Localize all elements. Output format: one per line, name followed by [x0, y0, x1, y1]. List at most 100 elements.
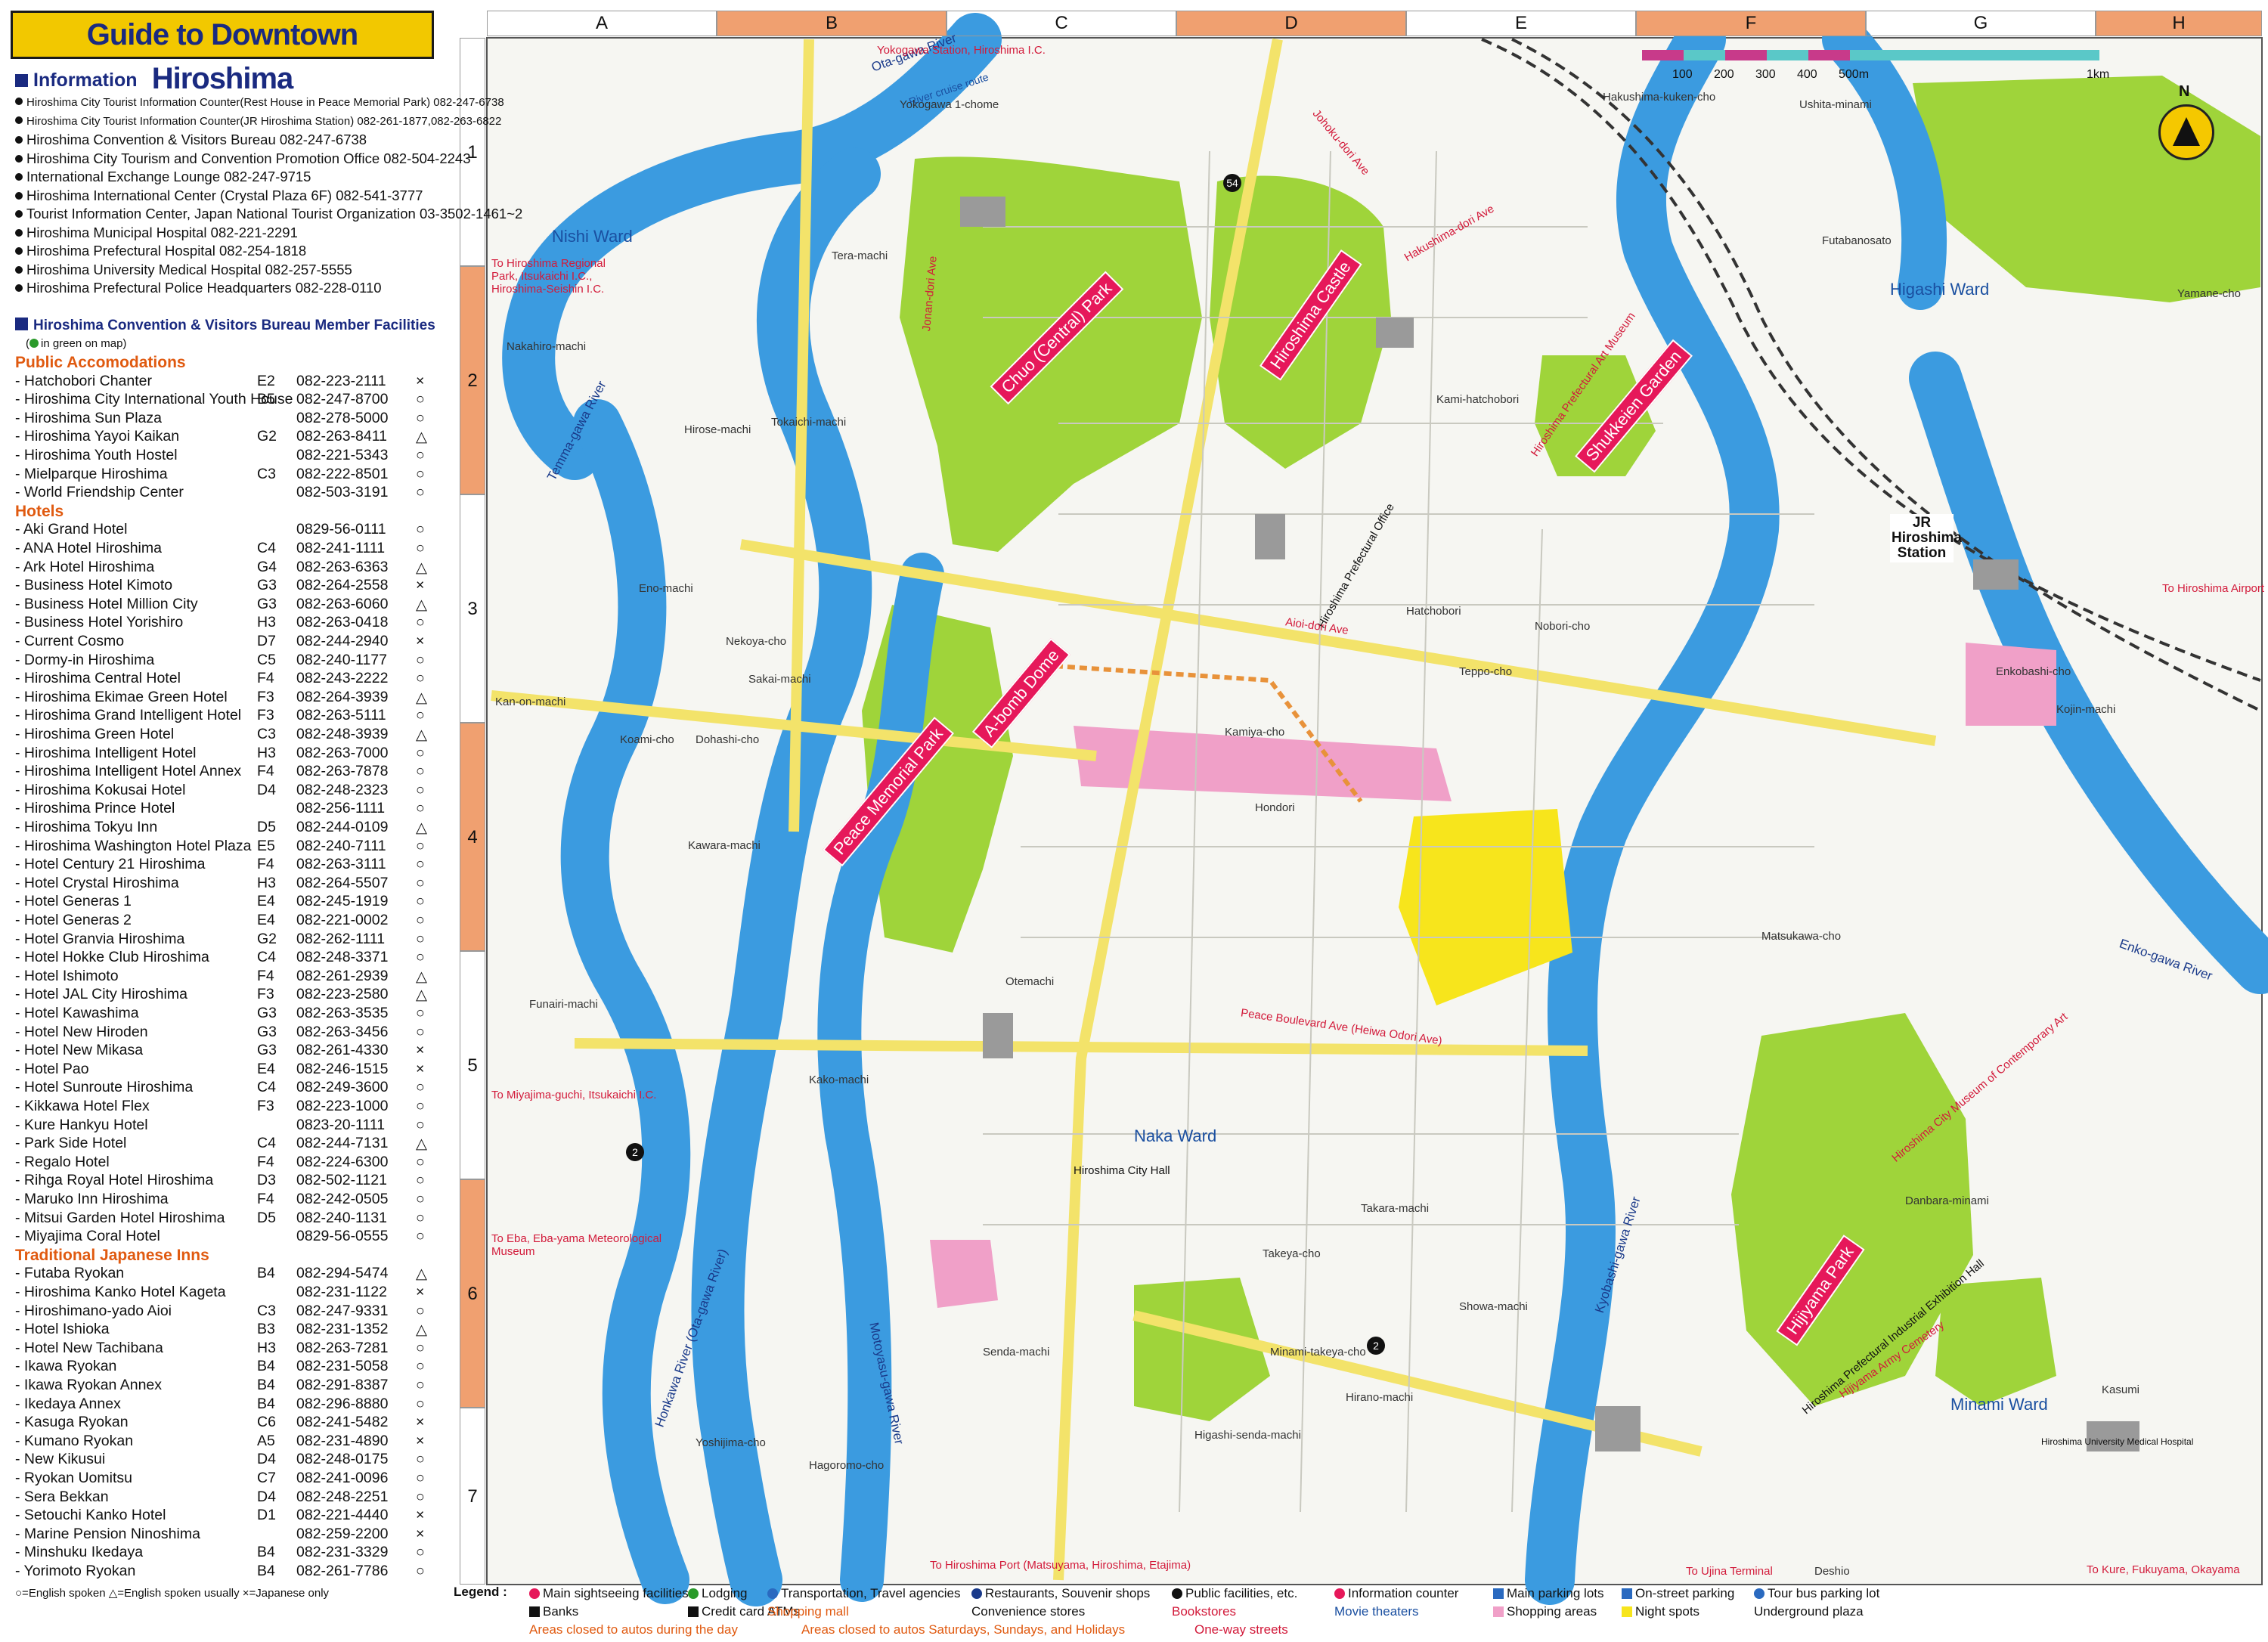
- facility-language-symbol: ×: [416, 1507, 425, 1524]
- grid-col-G: G: [1866, 11, 2096, 36]
- facility-name: - Hotel Ishioka: [15, 1321, 110, 1338]
- label-university-medical-hospital: Hiroshima University Medical Hospital: [2041, 1436, 2194, 1447]
- information-line-text: Hiroshima City Tourist Information Count…: [26, 114, 502, 128]
- facility-name: - Ark Hotel Hiroshima: [15, 558, 155, 575]
- facility-name: - Kure Hankyu Hotel: [15, 1116, 148, 1133]
- facility-language-symbol: ×: [416, 1432, 425, 1449]
- label-to-miyajima-guchi: To Miyajima-guchi, Itsukaichi I.C.: [491, 1089, 657, 1101]
- ward-label-higashi: Higashi Ward: [1890, 280, 1990, 299]
- facility-row: - Hiroshima Kokusai Hotel D4 082-248-2323 ○: [15, 782, 438, 801]
- facility-row: - Kumano Ryokan A5 082-231-4890 ×: [15, 1433, 438, 1451]
- information-line: International Exchange Lounge 082-247-97…: [15, 168, 311, 187]
- facility-language-symbol: △: [416, 987, 427, 1004]
- facility-row: - Ikedaya Annex B4 082-296-8880 ○: [15, 1396, 438, 1414]
- facility-row: - Hotel New Mikasa G3 082-261-4330 ×: [15, 1042, 438, 1061]
- facility-name: - Hiroshima Youth Hostel: [15, 447, 178, 463]
- facility-name: - Aki Grand Hotel: [15, 521, 128, 538]
- facility-phone: 082-231-1352: [296, 1321, 389, 1338]
- legend-item: Lodging: [688, 1586, 748, 1601]
- shopping-area-station: [1966, 643, 2056, 726]
- information-line: Hiroshima City Tourist Information Count…: [15, 113, 501, 132]
- legend-item: On-street parking: [1622, 1586, 1734, 1601]
- bullet-icon: [15, 116, 23, 124]
- area-hirano-machi: Hirano-machi: [1346, 1391, 1414, 1404]
- legend-item-label: Tour bus parking lot: [1768, 1586, 1880, 1600]
- area-kamiya-cho: Kamiya-cho: [1225, 726, 1285, 739]
- facility-row: - Hotel Crystal Hiroshima H3 082-264-5507 ○: [15, 875, 438, 894]
- facility-row: - Hatchobori Chanter E2 082-223-2111 ×: [15, 373, 438, 392]
- legend-item-label: Public facilities, etc.: [1185, 1586, 1298, 1600]
- information-line-text: International Exchange Lounge 082-247-97…: [26, 169, 311, 184]
- route-badge-2-west: 2: [626, 1143, 644, 1161]
- facility-phone: 082-231-1122: [296, 1284, 387, 1300]
- facility-language-symbol: ○: [416, 614, 425, 631]
- facility-row: - Hotel Ishimoto F4 082-261-2939 △: [15, 968, 438, 987]
- area-futabanosato: Futabanosato: [1822, 234, 1892, 247]
- facility-name: - Hotel Pao: [15, 1060, 89, 1077]
- area-tera-machi: Tera-machi: [832, 249, 888, 262]
- information-line-text: Hiroshima Prefectural Hospital 082-254-1…: [26, 243, 307, 259]
- legend-item: Tour bus parking lot: [1754, 1586, 1879, 1601]
- legend-item-label: Shopping mall: [767, 1604, 849, 1619]
- scale-tick-500m: 500m: [1839, 68, 1870, 81]
- legend-dot-icon: [1754, 1588, 1765, 1599]
- facility-name: - Business Hotel Million City: [15, 595, 198, 612]
- label-to-eba: To Eba, Eba-yama Meteorological Museum: [491, 1232, 662, 1258]
- legend-item-label: Lodging: [702, 1586, 748, 1600]
- legend-item: Shopping areas: [1493, 1604, 1597, 1619]
- facility-phone: 082-244-7131: [296, 1135, 389, 1152]
- facility-phone: 082-263-0418: [296, 614, 389, 631]
- facility-phone: 082-263-3456: [296, 1023, 389, 1040]
- facility-phone: 082-231-4890: [296, 1432, 389, 1449]
- map-scale-bar: 100 200 300 400 500m 1km: [1642, 45, 2111, 83]
- legend-dot-icon: [529, 1588, 540, 1599]
- facility-phone: 082-263-8411: [296, 428, 387, 445]
- facility-row: - New Kikusui D4 082-248-0175 ○: [15, 1451, 438, 1470]
- grid-col-A: A: [487, 11, 717, 36]
- area-sakai-machi: Sakai-machi: [748, 673, 811, 686]
- grid-col-C: C: [947, 11, 1176, 36]
- facility-language-symbol: ○: [416, 447, 425, 463]
- facility-name: - Rihga Royal Hotel Hiroshima: [15, 1172, 214, 1189]
- facility-name: - Hotel Crystal Hiroshima: [15, 874, 179, 891]
- facility-phone: 082-247-8700: [296, 391, 389, 408]
- facility-language-symbol: ○: [416, 1079, 425, 1096]
- area-eno-machi: Eno-machi: [639, 582, 693, 595]
- facility-row: - Hiroshima Ekimae Green Hotel F3 082-264-…: [15, 689, 438, 708]
- grid-col-H: H: [2096, 11, 2262, 36]
- facility-language-symbol: △: [416, 689, 427, 706]
- facility-name: - World Friendship Center: [15, 484, 184, 501]
- facility-name: - Ikawa Ryokan Annex: [15, 1377, 163, 1393]
- facility-language-symbol: ○: [416, 837, 425, 854]
- ward-label-nishi: Nishi Ward: [552, 227, 633, 246]
- area-otemachi: Otemachi: [1005, 975, 1055, 988]
- facility-phone: 082-264-2558: [296, 577, 389, 594]
- facility-grid-ref: E4: [257, 912, 275, 928]
- facility-row: - Business Hotel Kimoto G3 082-264-2558 ×: [15, 577, 438, 596]
- facility-grid-ref: D4: [257, 781, 276, 798]
- legend-dot-icon: [1172, 1588, 1182, 1599]
- facility-name: - Hotel New Tachibana: [15, 1339, 163, 1356]
- area-hakushima-kuken-cho: Hakushima-kuken-cho: [1603, 91, 1716, 104]
- grid-row-4: 4: [460, 723, 485, 951]
- facility-language-symbol: ×: [416, 1060, 425, 1077]
- facility-row: - Ikawa Ryokan B4 082-231-5058 ○: [15, 1358, 438, 1377]
- jr-hiroshima-station-label[interactable]: JR Hiroshima Station: [1890, 514, 1962, 562]
- information-line-text: Hiroshima International Center (Crystal …: [26, 187, 423, 203]
- label-city-hall[interactable]: Hiroshima City Hall: [1074, 1164, 1170, 1177]
- legend-item-label: Transportation, Travel agencies: [781, 1586, 961, 1600]
- facility-name: - Hotel Kawashima: [15, 1005, 139, 1021]
- facility-row: - Futaba Ryokan B4 082-294-5474 △: [15, 1265, 438, 1284]
- facility-language-symbol: ○: [416, 1023, 425, 1040]
- legend-item-label: Restaurants, Souvenir shops: [985, 1586, 1151, 1600]
- facility-row: - Aki Grand Hotel 0829-56-0111 ○: [15, 521, 438, 540]
- facility-phone: 082-263-7878: [296, 763, 389, 780]
- facility-name: - Hiroshima Kokusai Hotel: [15, 781, 186, 798]
- bullet-icon: [15, 136, 23, 144]
- facility-language-symbol: ○: [416, 1228, 425, 1245]
- facility-grid-ref: C4: [257, 1135, 276, 1152]
- facility-name: - Hiroshima Tokyu Inn: [15, 819, 158, 835]
- label-to-airport: To Hiroshima Airport: [2162, 582, 2265, 595]
- facility-name: - Hiroshima Intelligent Hotel Annex: [15, 763, 242, 780]
- grid-row-5: 5: [460, 951, 485, 1179]
